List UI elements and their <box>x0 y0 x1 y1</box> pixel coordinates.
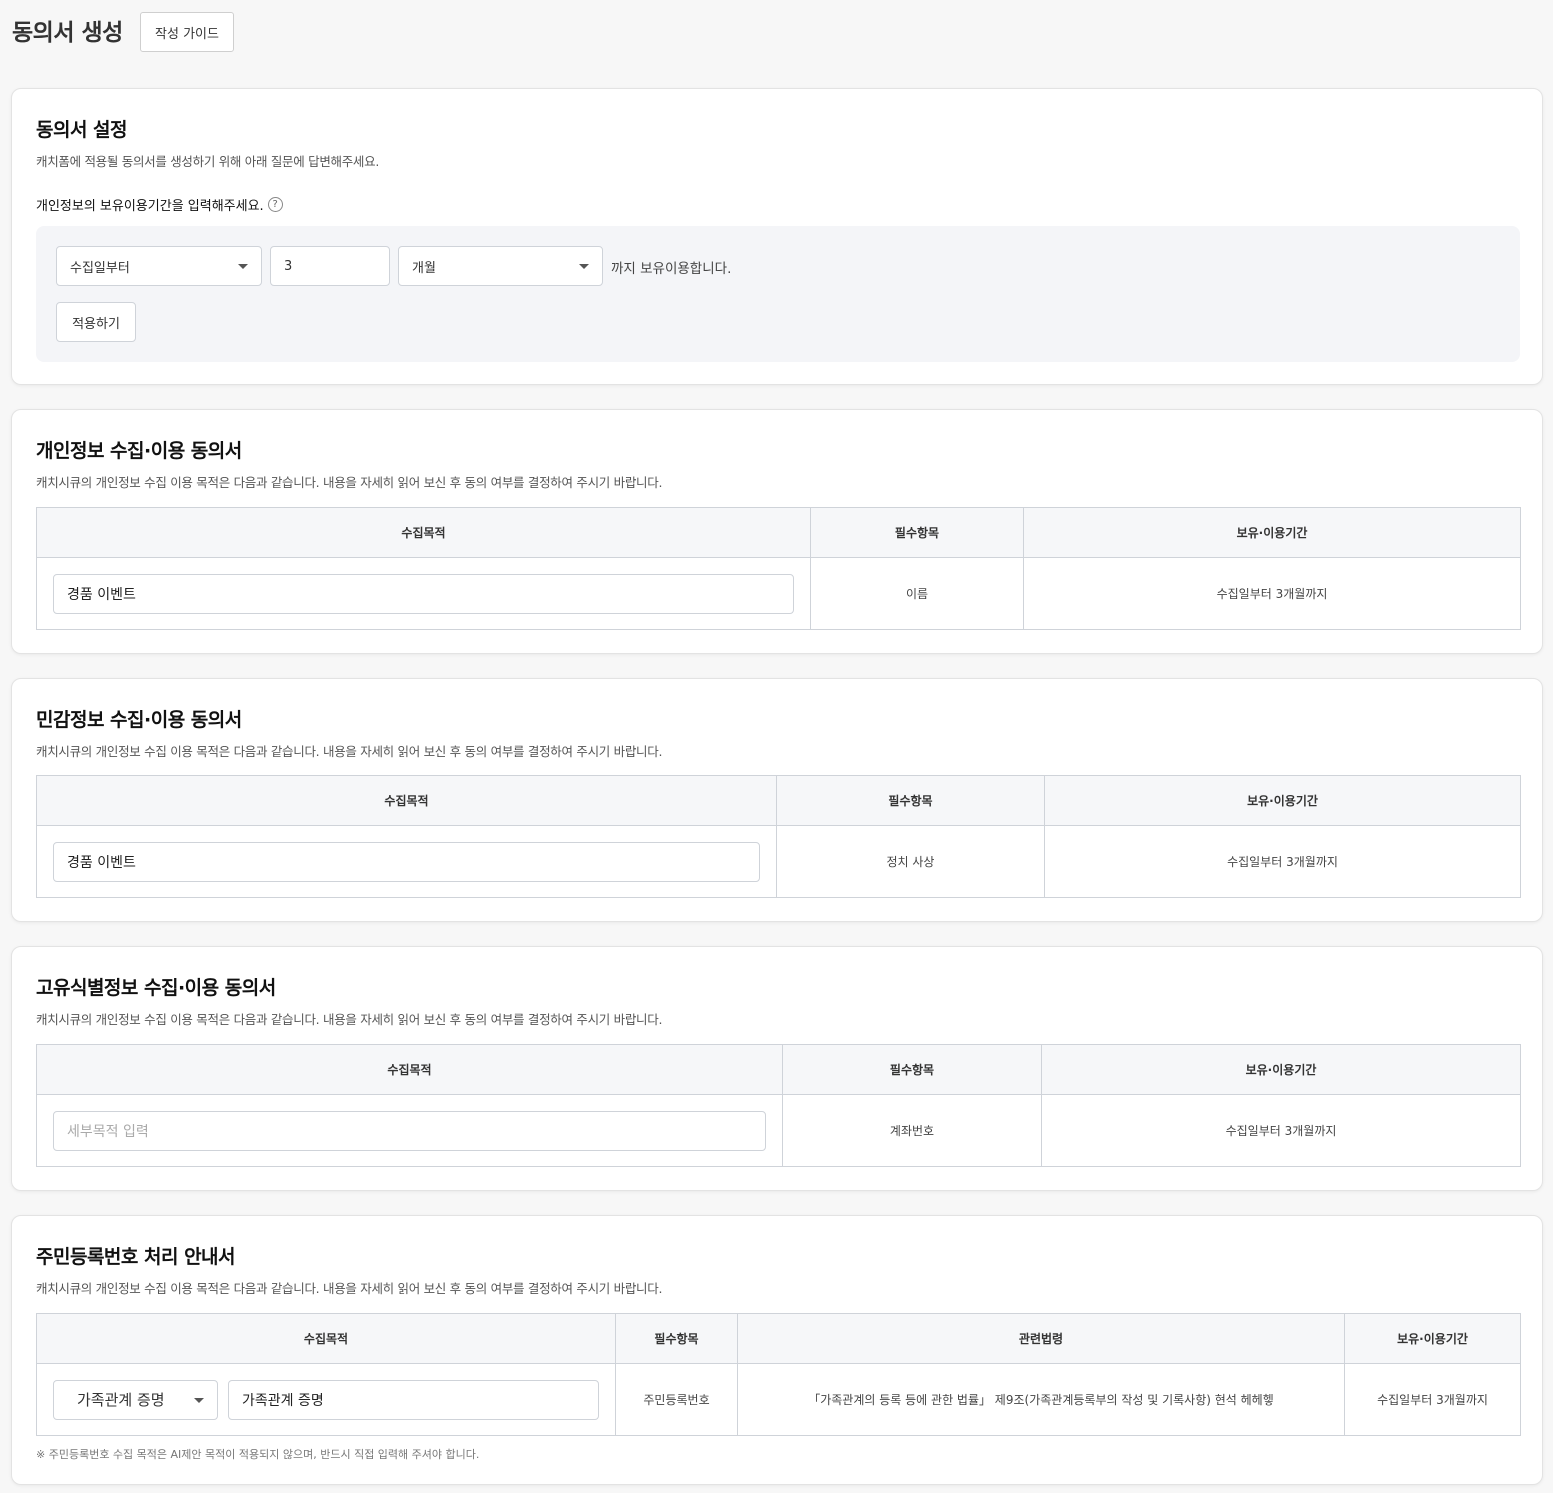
required-item-cell: 이름 <box>810 557 1024 630</box>
personal-info-consent-card: 개인정보 수집·이용 동의서 캐치시큐의 개인정보 수집 이용 목적은 다음과 … <box>11 409 1543 654</box>
header-purpose: 수집목적 <box>36 1313 616 1364</box>
header-retention-period: 보유·이용기간 <box>1044 775 1521 826</box>
header-related-law: 관련법령 <box>737 1313 1345 1364</box>
table-header-row: 수집목적 필수항목 보유·이용기간 <box>36 775 1521 826</box>
retention-cell: 수집일부터 3개월까지 <box>1041 1094 1521 1167</box>
retention-suffix: 까지 보유이용합니다. <box>611 261 732 277</box>
purpose-input[interactable]: 경품 이벤트 <box>53 573 794 614</box>
consent-table: 수집목적 필수항목 보유·이용기간 세부목적 입력 계좌번호 수집일부터 3개월… <box>36 1044 1521 1167</box>
retention-setting-box: 수집일부터 3 개월 까지 보유이용합니다. 적용하기 <box>36 226 1520 362</box>
chevron-down-icon <box>238 264 248 269</box>
header-purpose: 수집목적 <box>36 507 811 558</box>
table-header-row: 수집목적 필수항목 보유·이용기간 <box>36 1044 1521 1095</box>
table-row: 세부목적 입력 계좌번호 수집일부터 3개월까지 <box>36 1094 1521 1167</box>
period-input[interactable]: 3 <box>270 246 390 286</box>
table-header-row: 수집목적 필수항목 관련법령 보유·이용기간 <box>36 1313 1521 1364</box>
consent-table: 수집목적 필수항목 보유·이용기간 경품 이벤트 정치 사상 수집일부터 3개월… <box>36 775 1521 898</box>
purpose-input[interactable]: 경품 이벤트 <box>53 841 760 882</box>
purpose-cell: 경품 이벤트 <box>36 825 777 898</box>
header-purpose: 수집목적 <box>36 1044 783 1095</box>
section-description: 캐치시큐의 개인정보 수집 이용 목적은 다음과 같습니다. 내용을 자세히 읽… <box>36 744 663 759</box>
page-title: 동의서 생성 <box>12 20 123 46</box>
retention-question: 개인정보의 보유이용기간을 입력해주세요. ? <box>36 195 283 214</box>
header-purpose: 수집목적 <box>36 775 777 826</box>
retention-cell: 수집일부터 3개월까지 <box>1023 557 1521 630</box>
start-point-value: 수집일부터 <box>70 260 130 276</box>
rrn-note: ※ 주민등록번호 수집 목적은 AI제안 목적이 적용되지 않으며, 반드시 직… <box>36 1448 480 1461</box>
section-description: 캐치시큐의 개인정보 수집 이용 목적은 다음과 같습니다. 내용을 자세히 읽… <box>36 1281 663 1296</box>
settings-title: 동의서 설정 <box>36 119 128 141</box>
related-law-cell: 「가족관계의 등록 등에 관한 법률」 제9조(가족관계등록부의 작성 및 기록… <box>737 1363 1345 1436</box>
purpose-input[interactable]: 가족관계 증명 <box>228 1379 599 1420</box>
page-header: 동의서 생성 작성 가이드 <box>0 0 1553 64</box>
header-required-items: 필수항목 <box>782 1044 1042 1095</box>
settings-description: 캐치폼에 적용될 동의서를 생성하기 위해 아래 질문에 답변해주세요. <box>36 154 379 169</box>
required-item-cell: 계좌번호 <box>782 1094 1042 1167</box>
header-required-items: 필수항목 <box>776 775 1045 826</box>
consent-settings-card: 동의서 설정 캐치폼에 적용될 동의서를 생성하기 위해 아래 질문에 답변해주… <box>11 88 1543 385</box>
consent-table: 수집목적 필수항목 관련법령 보유·이용기간 가족관계 증명 가족관계 증명 주… <box>36 1313 1521 1436</box>
purpose-cell: 경품 이벤트 <box>36 557 811 630</box>
purpose-input[interactable]: 세부목적 입력 <box>53 1110 766 1151</box>
section-title: 고유식별정보 수집·이용 동의서 <box>36 977 276 999</box>
chevron-down-icon <box>194 1397 204 1403</box>
sensitive-info-consent-card: 민감정보 수집·이용 동의서 캐치시큐의 개인정보 수집 이용 목적은 다음과 … <box>11 678 1543 922</box>
consent-table: 수집목적 필수항목 보유·이용기간 경품 이벤트 이름 수집일부터 3개월까지 <box>36 507 1521 630</box>
section-description: 캐치시큐의 개인정보 수집 이용 목적은 다음과 같습니다. 내용을 자세히 읽… <box>36 1012 663 1027</box>
writing-guide-button[interactable]: 작성 가이드 <box>140 12 234 52</box>
purpose-cell: 세부목적 입력 <box>36 1094 783 1167</box>
unique-id-consent-card: 고유식별정보 수집·이용 동의서 캐치시큐의 개인정보 수집 이용 목적은 다음… <box>11 946 1543 1191</box>
apply-button[interactable]: 적용하기 <box>56 302 136 342</box>
purpose-cell: 가족관계 증명 가족관계 증명 <box>36 1363 616 1436</box>
required-item-cell: 정치 사상 <box>776 825 1045 898</box>
period-unit-select[interactable]: 개월 <box>398 246 603 286</box>
header-required-items: 필수항목 <box>810 507 1024 558</box>
retention-question-label: 개인정보의 보유이용기간을 입력해주세요. <box>36 199 264 214</box>
table-row: 경품 이벤트 정치 사상 수집일부터 3개월까지 <box>36 825 1521 898</box>
section-title: 민감정보 수집·이용 동의서 <box>36 709 242 731</box>
header-retention-period: 보유·이용기간 <box>1344 1313 1521 1364</box>
table-row: 경품 이벤트 이름 수집일부터 3개월까지 <box>36 557 1521 630</box>
table-header-row: 수집목적 필수항목 보유·이용기간 <box>36 507 1521 558</box>
header-retention-period: 보유·이용기간 <box>1041 1044 1521 1095</box>
section-title: 주민등록번호 처리 안내서 <box>36 1246 236 1268</box>
purpose-select[interactable]: 가족관계 증명 <box>53 1379 218 1420</box>
required-item-cell: 주민등록번호 <box>615 1363 738 1436</box>
header-retention-period: 보유·이용기간 <box>1023 507 1521 558</box>
section-description: 캐치시큐의 개인정보 수집 이용 목적은 다음과 같습니다. 내용을 자세히 읽… <box>36 475 663 490</box>
retention-cell: 수집일부터 3개월까지 <box>1344 1363 1521 1436</box>
start-point-select[interactable]: 수집일부터 <box>56 246 262 286</box>
period-unit-value: 개월 <box>412 260 436 276</box>
rrn-notice-card: 주민등록번호 처리 안내서 캐치시큐의 개인정보 수집 이용 목적은 다음과 같… <box>11 1215 1543 1485</box>
table-row: 가족관계 증명 가족관계 증명 주민등록번호 「가족관계의 등록 등에 관한 법… <box>36 1363 1521 1436</box>
header-required-items: 필수항목 <box>615 1313 738 1364</box>
purpose-select-value: 가족관계 증명 <box>77 1391 165 1409</box>
rrn-purpose-group: 가족관계 증명 가족관계 증명 <box>53 1379 599 1420</box>
help-icon[interactable]: ? <box>267 197 283 212</box>
chevron-down-icon <box>579 264 589 269</box>
section-title: 개인정보 수집·이용 동의서 <box>36 440 242 462</box>
retention-cell: 수집일부터 3개월까지 <box>1044 825 1521 898</box>
